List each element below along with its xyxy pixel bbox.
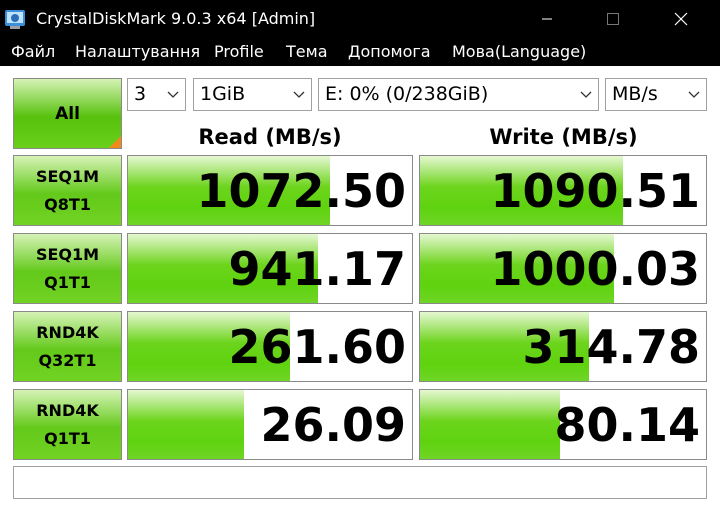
crystaldiskmark-app-icon bbox=[5, 10, 25, 29]
test-count-value: 3 bbox=[134, 83, 147, 105]
menu-settings[interactable]: Налаштування bbox=[75, 42, 200, 61]
test-size-select[interactable]: 1GiB bbox=[193, 78, 312, 111]
read-result-seq1m-q1t1: 941.17 bbox=[127, 233, 413, 304]
title-bar: CrystalDiskMark 9.0.3 x64 [Admin] bbox=[0, 0, 720, 38]
write-value: 1090.51 bbox=[490, 163, 700, 218]
test-queue: Q32T1 bbox=[38, 350, 97, 370]
write-value: 1000.03 bbox=[490, 241, 700, 296]
test-name: RND4K bbox=[36, 400, 99, 420]
read-result-rnd4k-q1t1: 26.09 bbox=[127, 389, 413, 460]
minimize-icon bbox=[542, 18, 552, 20]
menu-profile[interactable]: Profile bbox=[214, 42, 264, 61]
chevron-down-icon bbox=[687, 79, 701, 110]
test-name: SEQ1M bbox=[35, 244, 100, 264]
window-title: CrystalDiskMark 9.0.3 x64 [Admin] bbox=[36, 9, 316, 28]
read-value: 941.17 bbox=[228, 241, 406, 296]
write-result-seq1m-q8t1: 1090.51 bbox=[419, 155, 707, 226]
menu-help[interactable]: Допомога bbox=[348, 42, 431, 61]
test-size-value: 1GiB bbox=[200, 83, 246, 105]
test-count-select[interactable]: 3 bbox=[127, 78, 186, 111]
write-column-header: Write (MB/s) bbox=[489, 125, 638, 149]
test-button-seq1m-q8t1[interactable]: SEQ1M Q8T1 bbox=[13, 155, 122, 226]
comment-field[interactable] bbox=[13, 466, 707, 499]
read-result-seq1m-q8t1: 1072.50 bbox=[127, 155, 413, 226]
read-value: 1072.50 bbox=[196, 163, 406, 218]
menu-file[interactable]: Файл bbox=[11, 42, 55, 61]
write-value: 80.14 bbox=[554, 397, 700, 452]
close-icon bbox=[674, 12, 688, 26]
test-button-rnd4k-q1t1[interactable]: RND4K Q1T1 bbox=[13, 389, 122, 460]
read-column-header: Read (MB/s) bbox=[198, 125, 342, 149]
chevron-down-icon bbox=[579, 79, 593, 110]
write-result-rnd4k-q1t1: 80.14 bbox=[419, 389, 707, 460]
write-value: 314.78 bbox=[522, 319, 700, 374]
unit-value: MB/s bbox=[612, 83, 658, 105]
test-queue: Q1T1 bbox=[44, 272, 91, 292]
corner-marker bbox=[109, 136, 121, 148]
maximize-button[interactable] bbox=[590, 0, 636, 38]
test-button-rnd4k-q32t1[interactable]: RND4K Q32T1 bbox=[13, 311, 122, 382]
write-result-rnd4k-q32t1: 314.78 bbox=[419, 311, 707, 382]
read-result-rnd4k-q32t1: 261.60 bbox=[127, 311, 413, 382]
maximize-icon bbox=[607, 13, 619, 25]
write-bar bbox=[420, 390, 561, 459]
menu-language[interactable]: Мова(Language) bbox=[452, 42, 586, 61]
read-bar bbox=[128, 390, 245, 459]
unit-select[interactable]: MB/s bbox=[605, 78, 707, 111]
drive-select[interactable]: E: 0% (0/238GiB) bbox=[318, 78, 599, 111]
menu-theme[interactable]: Тема bbox=[286, 42, 328, 61]
all-button-label: All bbox=[55, 103, 80, 124]
read-value: 261.60 bbox=[228, 319, 406, 374]
test-button-seq1m-q1t1[interactable]: SEQ1M Q1T1 bbox=[13, 233, 122, 304]
write-result-seq1m-q1t1: 1000.03 bbox=[419, 233, 707, 304]
chevron-down-icon bbox=[292, 79, 306, 110]
drive-value: E: 0% (0/238GiB) bbox=[325, 83, 489, 105]
test-name: RND4K bbox=[36, 322, 99, 342]
minimize-button[interactable] bbox=[524, 0, 570, 38]
close-button[interactable] bbox=[658, 0, 704, 38]
test-queue: Q1T1 bbox=[44, 428, 91, 448]
all-button[interactable]: All bbox=[13, 78, 122, 149]
read-value: 26.09 bbox=[260, 397, 406, 452]
test-queue: Q8T1 bbox=[44, 194, 91, 214]
menu-bar: Файл Налаштування Profile Тема Допомога … bbox=[0, 38, 720, 66]
test-name: SEQ1M bbox=[35, 166, 100, 186]
chevron-down-icon bbox=[166, 79, 180, 110]
